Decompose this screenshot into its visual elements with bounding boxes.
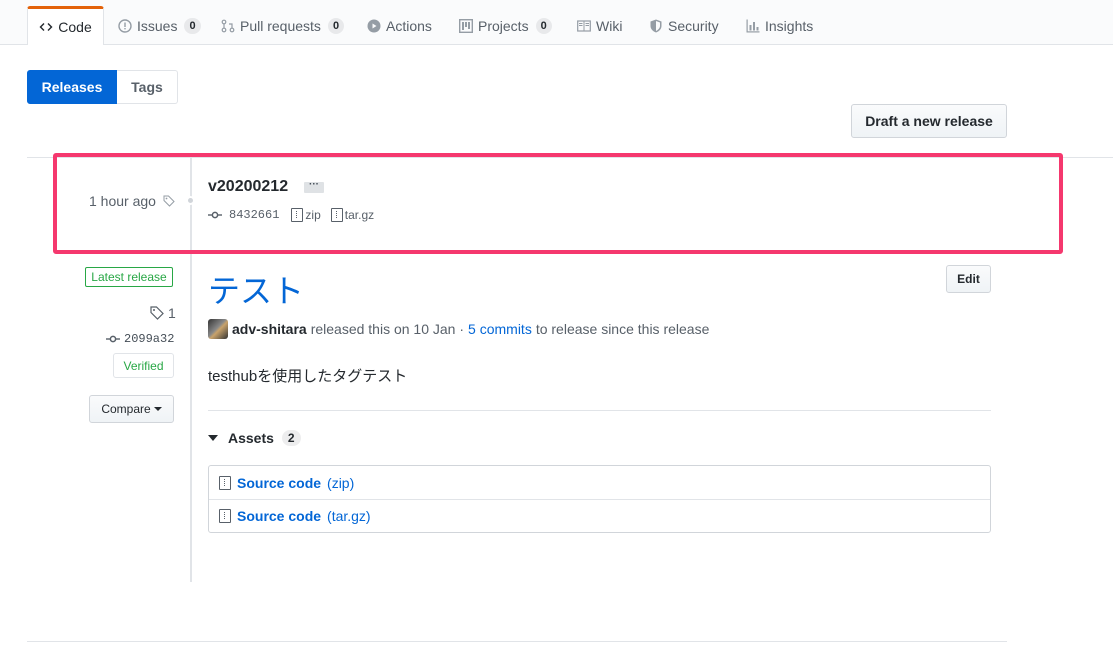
commit-icon <box>106 335 120 343</box>
asset-ext: (tar.gz) <box>327 508 371 524</box>
avatar[interactable] <box>208 319 228 339</box>
book-icon <box>577 20 591 32</box>
tag-targz-download[interactable]: tar.gz <box>330 208 375 222</box>
divider <box>208 410 991 411</box>
tag-commit-link[interactable]: 8432661 <box>229 208 279 222</box>
release-tag-count: 1 <box>168 305 176 321</box>
compare-button[interactable]: Compare <box>89 395 174 423</box>
tag-zip-label: zip <box>305 208 321 222</box>
tab-projects-label: Projects <box>478 18 529 34</box>
tab-insights[interactable]: Insights <box>746 7 813 45</box>
release-tag-link[interactable]: 1 <box>150 305 176 321</box>
tag-zip-download[interactable]: zip <box>291 208 321 222</box>
commit-icon <box>208 211 222 219</box>
tab-insights-label: Insights <box>765 18 814 34</box>
release-description: testhubを使用したタグテスト <box>208 368 408 385</box>
tab-issues-label: Issues <box>137 18 178 34</box>
assets-count: 2 <box>281 430 301 446</box>
commits-link[interactable]: 5 commits <box>468 321 532 337</box>
released-text: released this on 10 Jan · <box>310 321 465 337</box>
asset-source-zip[interactable]: Source code (zip) <box>209 466 990 499</box>
code-icon <box>39 23 53 31</box>
tab-wiki-label: Wiki <box>596 18 623 34</box>
asset-name: Source code <box>237 474 322 491</box>
edit-button[interactable]: Edit <box>946 265 991 293</box>
tab-security-label: Security <box>668 18 719 34</box>
releases-subnav: Releases Tags <box>27 70 178 104</box>
asset-name: Source code <box>237 508 322 524</box>
chevron-down-icon <box>153 407 162 411</box>
tag-time-ago: 1 hour ago <box>89 193 156 209</box>
pull-request-icon <box>221 19 235 33</box>
file-zip-icon <box>330 208 343 222</box>
tab-security[interactable]: Security <box>649 7 719 45</box>
tab-code[interactable]: Code <box>27 6 104 45</box>
file-zip-icon <box>219 475 231 490</box>
repo-tabnav: Code Issues 0 Pull requests 0 Actions Pr… <box>0 0 1113 45</box>
tab-code-label: Code <box>58 19 92 35</box>
assets-list: Source code (zip) Source code (tar.gz) <box>208 465 991 533</box>
tab-pull-requests-count: 0 <box>327 18 345 34</box>
tab-pull-requests-label: Pull requests <box>240 18 321 34</box>
draft-new-release-button[interactable]: Draft a new release <box>851 104 1007 138</box>
tag-icon <box>150 306 164 320</box>
release-commit-link[interactable]: 2099a32 <box>106 332 174 346</box>
tag-meta-row: 8432661 zip tar.gz <box>208 208 374 222</box>
tab-pull-requests[interactable]: Pull requests 0 <box>221 7 345 45</box>
tag-icon <box>163 195 175 207</box>
assets-label: Assets <box>228 430 274 446</box>
latest-release-badge: Latest release <box>85 267 173 287</box>
tab-issues-count: 0 <box>184 18 201 34</box>
project-icon <box>459 19 473 33</box>
author-link[interactable]: adv-shitara <box>232 321 307 337</box>
compare-label: Compare <box>101 402 151 416</box>
release-commit-sha: 2099a32 <box>124 332 175 346</box>
tab-issues[interactable]: Issues 0 <box>118 7 201 45</box>
file-zip-icon <box>291 208 304 222</box>
assets-toggle[interactable]: Assets 2 <box>208 430 301 446</box>
tags-tab[interactable]: Tags <box>117 70 178 104</box>
issue-icon <box>118 19 132 33</box>
tag-name-link[interactable]: v20200212 <box>208 178 288 196</box>
asset-ext: (zip) <box>327 474 355 491</box>
asset-source-targz[interactable]: Source code (tar.gz) <box>209 499 990 532</box>
play-icon <box>367 19 381 33</box>
caret-down-icon <box>208 435 218 441</box>
tag-ellipsis-button[interactable]: ··· <box>304 180 324 193</box>
tab-wiki[interactable]: Wiki <box>577 7 622 45</box>
since-text: to release since this release <box>535 321 710 337</box>
highlight-box <box>53 153 1063 254</box>
tag-targz-label: tar.gz <box>344 208 375 222</box>
verified-badge[interactable]: Verified <box>113 353 174 378</box>
shield-icon <box>650 19 662 33</box>
tab-projects-count: 0 <box>535 18 552 34</box>
graph-icon <box>746 19 760 33</box>
tab-actions-label: Actions <box>386 18 432 34</box>
file-zip-icon <box>219 509 231 523</box>
tab-actions[interactable]: Actions <box>367 7 432 45</box>
timeline-dot <box>186 196 195 205</box>
tab-projects[interactable]: Projects 0 <box>459 7 552 45</box>
releases-tab[interactable]: Releases <box>27 70 117 104</box>
release-title[interactable]: テスト <box>208 266 304 312</box>
release-byline: adv-shitara released this on 10 Jan · 5 … <box>208 319 709 339</box>
divider <box>27 641 1007 642</box>
